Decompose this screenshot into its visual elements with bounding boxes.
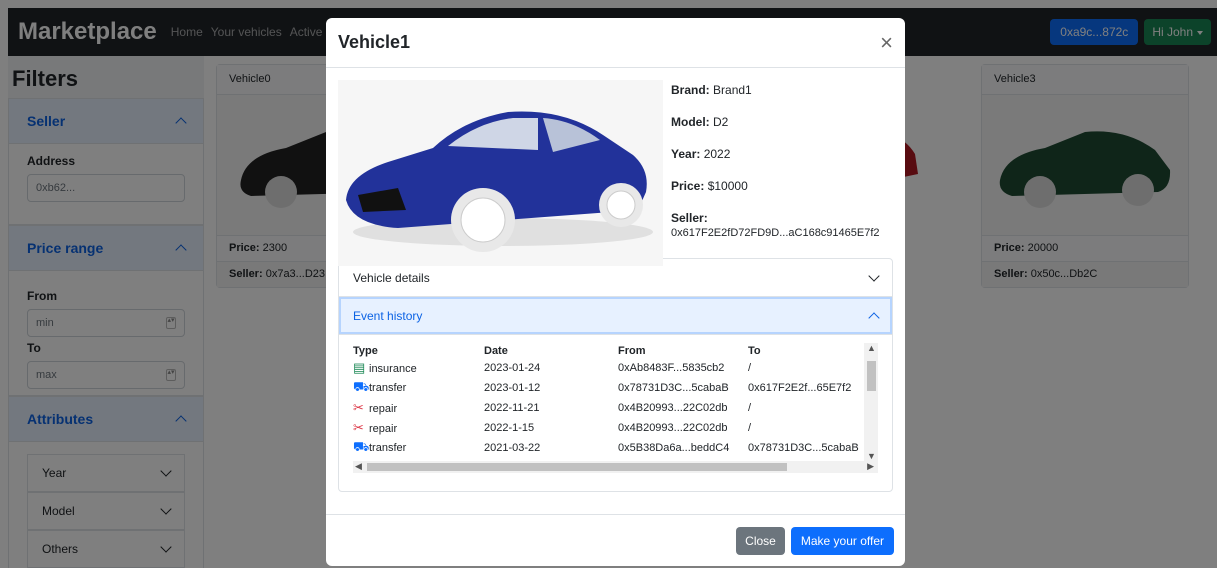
type-text: insurance: [369, 363, 417, 375]
modal-title: Vehicle1: [338, 32, 411, 52]
cell-type: ⛟transfer: [353, 438, 484, 458]
vehicle-overview: Brand: Brand1 Model: D2 Year: 2022 Price…: [326, 68, 905, 266]
cell-to: /: [748, 362, 752, 374]
type-text: transfer: [369, 382, 407, 394]
cell-type: ▤ insurance: [353, 358, 484, 378]
table-header-row: Type Date From To: [353, 343, 859, 358]
scroll-thumb[interactable]: [867, 361, 876, 391]
column-header-date: Date: [484, 344, 508, 357]
brand-label: Brand:: [671, 83, 710, 97]
year-label: Year:: [671, 147, 701, 161]
column-header-type: Type: [353, 344, 378, 357]
cell-to: 0x78731D3C...5cabaB: [748, 442, 859, 454]
cell-from: 0x4B20993...22C02db: [618, 422, 728, 434]
cell-from: 0x78731D3C...5cabaB: [618, 382, 729, 394]
cell-to: /: [748, 422, 752, 434]
chevron-up-icon: [868, 311, 880, 324]
event-history-table: Type Date From To ▤ insurance 2023-01-24 …: [353, 343, 859, 458]
model-label: Model:: [671, 115, 710, 129]
vehicle-modal: Vehicle1 × Brand: Brand1 Model: D2 Year:…: [326, 18, 905, 566]
seller-value: 0x617F2E2fD72FD9D...aC168c91465E7f2: [671, 227, 880, 239]
seller-label: Seller:: [671, 211, 708, 225]
type-text: transfer: [369, 442, 407, 454]
modal-footer: Close Make your offer: [326, 514, 905, 566]
cell-type: ⛟transfer: [353, 378, 484, 398]
table-row: ⛟transfer 2023-01-12 0x78731D3C...5cabaB…: [353, 378, 859, 398]
tools-icon: ✂: [353, 420, 364, 435]
scroll-thumb[interactable]: [367, 463, 787, 471]
table-row: ✂ repair 2022-1-15 0x4B20993...22C02db /: [353, 418, 859, 438]
year-value: 2022: [703, 147, 731, 161]
vehicle-specs: Brand: Brand1 Model: D2 Year: 2022 Price…: [663, 80, 880, 266]
column-header-from: From: [618, 344, 646, 357]
cart-icon: ⛟: [353, 439, 370, 454]
table-row: ✂ repair 2022-11-21 0x4B20993...22C02db /: [353, 398, 859, 418]
spec-model: Model: D2: [671, 115, 880, 144]
table-row: ⛟transfer 2021-03-22 0x5B38Da6a...beddC4…: [353, 438, 859, 458]
cell-to: /: [748, 402, 752, 414]
vehicle-details-label: Vehicle details: [353, 270, 430, 285]
model-value: D2: [713, 115, 729, 129]
scroll-down-icon[interactable]: ▼: [867, 451, 876, 461]
spec-price: Price: $10000: [671, 179, 880, 208]
tools-icon: ✂: [353, 400, 364, 415]
receipt-icon: ▤: [353, 360, 366, 375]
event-history-body: Type Date From To ▤ insurance 2023-01-24 …: [339, 335, 892, 491]
spec-seller: Seller: 0x617F2E2fD72FD9D...aC168c91465E7…: [671, 211, 880, 239]
car-image: [346, 111, 653, 252]
vehicle-image: [338, 80, 663, 266]
table-row: ▤ insurance 2023-01-24 0xAb8483F...5835cb…: [353, 358, 859, 378]
cell-from: 0x4B20993...22C02db: [618, 402, 728, 414]
vehicle-accordion: Vehicle details Event history Type Date …: [338, 258, 893, 492]
cell-date: 2022-1-15: [484, 422, 535, 434]
event-history-header[interactable]: Event history: [339, 297, 892, 335]
cell-type: ✂ repair: [353, 418, 484, 438]
horizontal-scrollbar[interactable]: ◀ ▶: [353, 461, 878, 473]
brand-value: Brand1: [713, 83, 752, 97]
cart-icon: ⛟: [353, 379, 370, 394]
column-header-to: To: [748, 344, 761, 357]
modal-header: Vehicle1 ×: [326, 18, 905, 68]
type-text: repair: [369, 403, 398, 415]
spec-brand: Brand: Brand1: [671, 83, 880, 112]
cell-date: 2023-01-24: [484, 362, 541, 374]
spec-year: Year: 2022: [671, 147, 880, 176]
chevron-down-icon: [868, 269, 880, 282]
cell-from: 0xAb8483F...5835cb2: [618, 362, 725, 374]
cell-from: 0x5B38Da6a...beddC4: [618, 442, 730, 454]
scroll-up-icon[interactable]: ▲: [867, 343, 876, 353]
type-text: repair: [369, 423, 398, 435]
price-label: Price:: [671, 179, 705, 193]
close-button[interactable]: Close: [736, 526, 785, 555]
close-icon[interactable]: ×: [880, 31, 893, 54]
scroll-right-icon[interactable]: ▶: [867, 461, 874, 472]
make-offer-button[interactable]: Make your offer: [790, 526, 894, 555]
cell-to: 0x617F2E2f...65E7f2: [748, 382, 852, 394]
vertical-scrollbar[interactable]: ▲ ▼: [864, 343, 878, 461]
price-value: $10000: [707, 179, 748, 193]
cell-date: 2022-11-21: [484, 402, 540, 414]
scroll-left-icon[interactable]: ◀: [355, 461, 362, 472]
event-history-label: Event history: [353, 308, 423, 323]
cell-date: 2023-01-12: [484, 382, 541, 394]
cell-type: ✂ repair: [353, 398, 484, 418]
cell-date: 2021-03-22: [484, 442, 541, 454]
